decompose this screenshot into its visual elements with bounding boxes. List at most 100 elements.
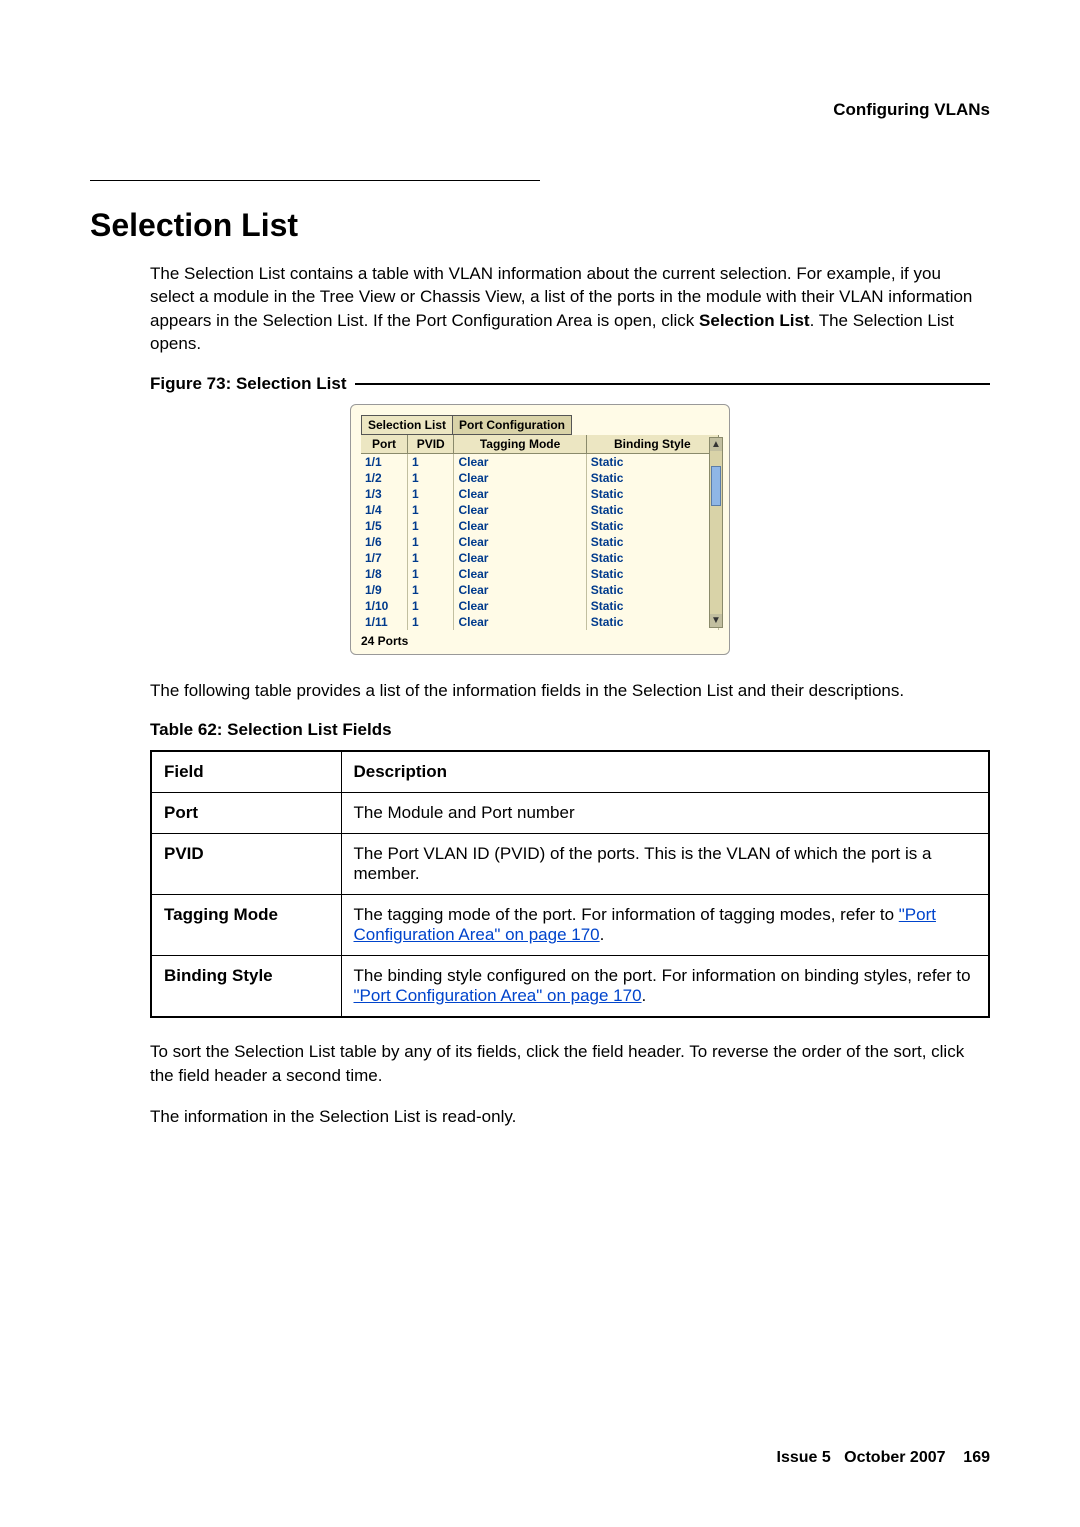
cell-pvid: 1: [407, 518, 453, 534]
desc-post: .: [642, 986, 647, 1005]
col-header-pvid[interactable]: PVID: [407, 435, 453, 454]
cell-port: 1/10: [361, 598, 407, 614]
desc-pre: The Module and Port number: [354, 803, 575, 822]
figure-rule: [355, 383, 991, 385]
table-row: 1/21ClearStatic: [361, 470, 719, 486]
tab-selection-list[interactable]: Selection List: [361, 415, 453, 435]
section-rule: [90, 180, 540, 181]
col-header-field: Field: [151, 751, 341, 793]
cell-pvid: 1: [407, 453, 453, 470]
intro-bold: Selection List: [699, 311, 810, 330]
cell-tagging: Clear: [454, 582, 586, 598]
fields-row: Binding Style The binding style configur…: [151, 956, 989, 1018]
selection-list-table: Port PVID Tagging Mode Binding Style 1/1…: [361, 435, 719, 630]
panel-tabs: Selection List Port Configuration: [361, 415, 719, 435]
field-name: PVID: [151, 834, 341, 895]
page-footer: Issue 5 October 2007 169: [777, 1449, 990, 1467]
selection-list-panel: Selection List Port Configuration Port P…: [350, 404, 730, 655]
cell-port: 1/4: [361, 502, 407, 518]
desc-link[interactable]: "Port Configuration Area" on page 170: [354, 986, 642, 1005]
table-header-row: Port PVID Tagging Mode Binding Style: [361, 435, 719, 454]
cell-pvid: 1: [407, 534, 453, 550]
cell-binding: Static: [586, 534, 718, 550]
field-desc: The Port VLAN ID (PVID) of the ports. Th…: [341, 834, 989, 895]
footer-page: 169: [963, 1449, 990, 1466]
table-row: 1/91ClearStatic: [361, 582, 719, 598]
cell-binding: Static: [586, 566, 718, 582]
fields-row: Tagging Mode The tagging mode of the por…: [151, 895, 989, 956]
cell-binding: Static: [586, 614, 718, 630]
cell-pvid: 1: [407, 598, 453, 614]
col-header-binding[interactable]: Binding Style: [586, 435, 718, 454]
cell-port: 1/6: [361, 534, 407, 550]
cell-tagging: Clear: [454, 470, 586, 486]
field-desc: The Module and Port number: [341, 793, 989, 834]
closing-paragraph-1: To sort the Selection List table by any …: [150, 1040, 990, 1087]
cell-tagging: Clear: [454, 598, 586, 614]
fields-row: Port The Module and Port number: [151, 793, 989, 834]
scroll-up-icon[interactable]: ▲: [710, 438, 722, 451]
cell-port: 1/11: [361, 614, 407, 630]
table-row: 1/61ClearStatic: [361, 534, 719, 550]
cell-port: 1/1: [361, 453, 407, 470]
cell-tagging: Clear: [454, 566, 586, 582]
table-row: 1/41ClearStatic: [361, 502, 719, 518]
footer-date: October 2007: [844, 1449, 945, 1466]
scroll-down-icon[interactable]: ▼: [710, 614, 722, 627]
cell-tagging: Clear: [454, 502, 586, 518]
cell-pvid: 1: [407, 470, 453, 486]
col-header-tagging[interactable]: Tagging Mode: [454, 435, 586, 454]
cell-port: 1/8: [361, 566, 407, 582]
table-row: 1/111ClearStatic: [361, 614, 719, 630]
figure-caption: Figure 73: Selection List: [150, 374, 347, 394]
field-name: Tagging Mode: [151, 895, 341, 956]
cell-binding: Static: [586, 502, 718, 518]
cell-pvid: 1: [407, 614, 453, 630]
cell-tagging: Clear: [454, 534, 586, 550]
cell-binding: Static: [586, 486, 718, 502]
cell-port: 1/9: [361, 582, 407, 598]
cell-binding: Static: [586, 582, 718, 598]
cell-port: 1/5: [361, 518, 407, 534]
panel-footer-count: 24 Ports: [361, 634, 719, 648]
field-desc: The tagging mode of the port. For inform…: [341, 895, 989, 956]
scroll-thumb[interactable]: [711, 466, 721, 506]
field-name: Port: [151, 793, 341, 834]
footer-issue: Issue 5: [777, 1449, 831, 1466]
table-caption: Table 62: Selection List Fields: [150, 720, 990, 740]
desc-pre: The binding style configured on the port…: [354, 966, 971, 985]
field-name: Binding Style: [151, 956, 341, 1018]
cell-tagging: Clear: [454, 518, 586, 534]
table-row: 1/71ClearStatic: [361, 550, 719, 566]
desc-pre: The tagging mode of the port. For inform…: [354, 905, 899, 924]
after-figure-text: The following table provides a list of t…: [150, 679, 990, 702]
table-row: 1/51ClearStatic: [361, 518, 719, 534]
cell-binding: Static: [586, 550, 718, 566]
table-row: 1/11ClearStatic: [361, 453, 719, 470]
table-row: 1/31ClearStatic: [361, 486, 719, 502]
section-intro: The Selection List contains a table with…: [150, 262, 990, 356]
cell-pvid: 1: [407, 486, 453, 502]
cell-port: 1/2: [361, 470, 407, 486]
cell-pvid: 1: [407, 566, 453, 582]
table-row: 1/81ClearStatic: [361, 566, 719, 582]
tab-port-configuration[interactable]: Port Configuration: [452, 415, 572, 435]
cell-binding: Static: [586, 518, 718, 534]
cell-tagging: Clear: [454, 453, 586, 470]
cell-tagging: Clear: [454, 550, 586, 566]
fields-row: PVID The Port VLAN ID (PVID) of the port…: [151, 834, 989, 895]
field-desc: The binding style configured on the port…: [341, 956, 989, 1018]
table-row: 1/101ClearStatic: [361, 598, 719, 614]
closing-paragraph-2: The information in the Selection List is…: [150, 1105, 990, 1128]
desc-pre: The Port VLAN ID (PVID) of the ports. Th…: [354, 844, 932, 883]
fields-table: Field Description Port The Module and Po…: [150, 750, 990, 1018]
cell-binding: Static: [586, 598, 718, 614]
cell-binding: Static: [586, 453, 718, 470]
cell-tagging: Clear: [454, 486, 586, 502]
cell-port: 1/7: [361, 550, 407, 566]
scrollbar[interactable]: ▲ ▼: [709, 437, 723, 628]
col-header-port[interactable]: Port: [361, 435, 407, 454]
cell-binding: Static: [586, 470, 718, 486]
cell-tagging: Clear: [454, 614, 586, 630]
cell-pvid: 1: [407, 582, 453, 598]
